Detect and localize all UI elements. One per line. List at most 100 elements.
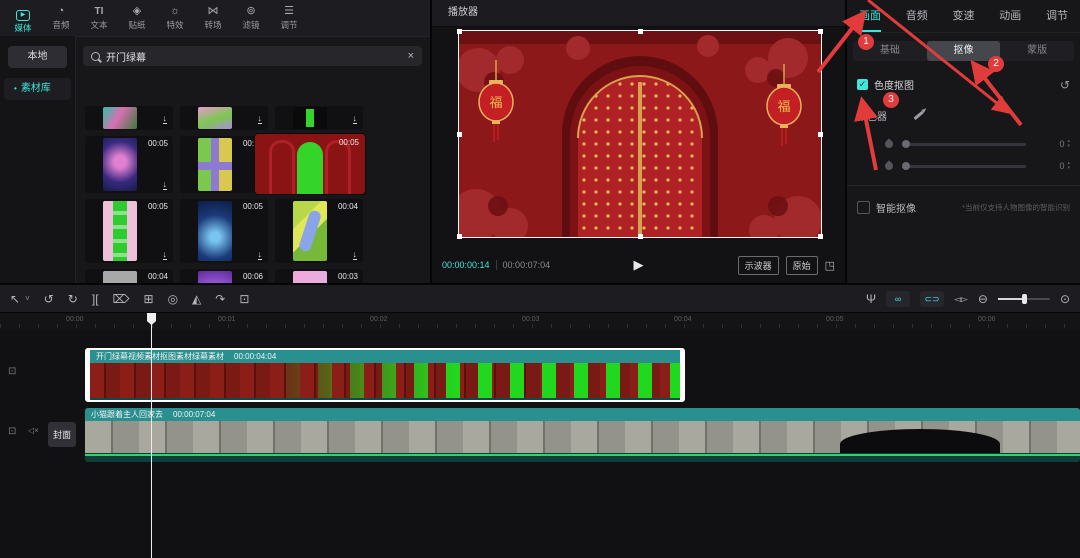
intensity-stepper[interactable]: 0 ▴ ▾ — [1036, 139, 1070, 150]
tab-filters[interactable]: ⊚ 滤镜 — [232, 5, 270, 31]
tab-adjust-inspector[interactable]: 调节 — [1046, 0, 1068, 32]
shadow-slider[interactable] — [902, 161, 1026, 170]
tab-picture[interactable]: 画面 — [859, 0, 881, 32]
asset-thumbnail — [198, 107, 232, 129]
tab-speed[interactable]: 变速 — [953, 0, 975, 32]
clip-duration: 00:00:04:04 — [234, 352, 277, 361]
video-preview[interactable]: 福 福 — [450, 29, 823, 245]
subtab-basic[interactable]: 基础 — [853, 41, 927, 61]
time-divider — [495, 260, 497, 270]
sidebar-item-library[interactable]: • 素材库 — [4, 78, 71, 100]
divider — [847, 185, 1080, 186]
select-tool-icon[interactable]: ↖ — [10, 285, 20, 313]
undo-icon[interactable]: ↺ — [44, 285, 54, 313]
download-icon[interactable]: ↓ — [162, 180, 167, 190]
redo-icon[interactable]: ↻ — [68, 285, 78, 313]
chroma-key-checkbox[interactable]: ✓ — [857, 79, 868, 90]
timeline-clip-green-screen[interactable]: 开门绿幕视频素材抠图素材绿幕素材 00:00:04:04 — [85, 348, 685, 402]
timeline-clip-main-video[interactable]: 小猫跟着主人回家去 00:00:07:04 — [85, 408, 1080, 462]
auto-link-toggle[interactable]: ⊂⊃ — [920, 290, 945, 307]
media-library-panel: ▶ 媒体 ◔ 音频 TI 文本 ◈ 贴纸 ☼ 特效 ⋈ 转场 ⊚ 滤镜 ☰ 调节… — [0, 0, 430, 283]
asset-item[interactable]: ↓ — [275, 106, 363, 130]
stepper-down-icon[interactable]: ▾ — [1067, 144, 1070, 149]
subtab-mask[interactable]: 蒙版 — [1000, 41, 1074, 61]
reverse-icon[interactable]: ◎ — [168, 285, 178, 313]
original-button[interactable]: 原始 — [785, 255, 818, 275]
zoom-out-icon[interactable]: ⊖ — [978, 285, 988, 313]
asset-browser: 开门绿幕 × ↓ ↓ ↓ 00:05 ↓ 00:04 00:05 00:05 ↓… — [75, 36, 430, 283]
tab-text[interactable]: TI 文本 — [80, 5, 118, 31]
mute-icon[interactable]: ◁× — [28, 426, 39, 435]
track1-toggle-icon[interactable]: ⊡ — [8, 366, 16, 377]
timeline-ruler[interactable]: 00:00 00:01 00:02 00:03 00:04 00:05 00:0… — [0, 313, 1080, 330]
download-icon[interactable]: ↓ — [257, 114, 262, 124]
stepper-down-icon[interactable]: ▾ — [1067, 166, 1070, 171]
download-icon[interactable]: ↓ — [352, 250, 357, 260]
shadow-droplet-icon — [883, 160, 895, 172]
tab-sticker[interactable]: ◈ 贴纸 — [118, 5, 156, 31]
magnetic-snap-toggle[interactable]: ∞ — [886, 290, 911, 307]
tab-adjust[interactable]: ☰ 调节 — [270, 5, 308, 31]
playhead-line[interactable] — [151, 313, 152, 558]
tab-effects[interactable]: ☼ 特效 — [156, 5, 194, 31]
tab-transitions[interactable]: ⋈ 转场 — [194, 5, 232, 31]
door-scene-art: 福 福 — [450, 30, 822, 245]
download-icon[interactable]: ↓ — [352, 114, 357, 124]
sidebar-item-local[interactable]: 本地 — [8, 46, 67, 68]
asset-duration: 00:03 — [337, 272, 358, 281]
crop-icon[interactable]: ⊡ — [239, 285, 249, 313]
asset-item[interactable]: ↓ — [180, 106, 268, 130]
intensity-slider-row: 0 ▴ ▾ — [847, 138, 1080, 150]
asset-item[interactable]: ⋈ 00:03 ↓ — [275, 269, 363, 283]
tab-adjust-label: 调节 — [280, 20, 298, 30]
scope-button[interactable]: 示波器 — [737, 255, 779, 275]
record-voiceover-icon[interactable]: Ψ — [866, 285, 876, 313]
download-icon[interactable]: ↓ — [162, 114, 167, 124]
tab-audio-inspector[interactable]: 音频 — [906, 0, 928, 32]
clip-audio-waveform — [85, 453, 1080, 462]
track2-toggle-icon[interactable]: ⊡ — [8, 426, 16, 437]
asset-item-green-door-selected[interactable]: 00:05 — [255, 134, 365, 194]
asset-duration: 00:05 — [147, 202, 168, 211]
asset-item[interactable]: 00:04 ↓ — [85, 269, 173, 283]
eyedropper-icon[interactable] — [913, 111, 924, 120]
asset-duration: 00:04 — [147, 272, 168, 281]
download-icon[interactable]: ↓ — [257, 250, 262, 260]
asset-item[interactable]: ↓ — [85, 106, 173, 130]
select-tool-caret-icon[interactable]: ˅ — [25, 285, 30, 313]
play-button[interactable]: ▶ — [634, 257, 644, 273]
tab-media[interactable]: ▶ 媒体 — [4, 3, 42, 34]
timeline-zoom-slider[interactable] — [997, 293, 1050, 304]
top-nav: ▶ 媒体 ◔ 音频 TI 文本 ◈ 贴纸 ☼ 特效 ⋈ 转场 ⊚ 滤镜 ☰ 调节 — [0, 0, 430, 37]
total-duration: 00:00:07:04 — [502, 260, 551, 270]
asset-thumbnail — [198, 201, 232, 261]
search-input[interactable]: 开门绿幕 × — [83, 46, 422, 66]
shadow-stepper[interactable]: 0 ▴ ▾ — [1036, 161, 1070, 172]
fullscreen-icon[interactable]: ◳ — [825, 259, 835, 272]
search-icon — [91, 51, 100, 61]
subtab-keying[interactable]: 抠像 — [926, 41, 1001, 61]
zoom-fit-icon[interactable]: ⊙ — [1060, 285, 1070, 313]
asset-item[interactable]: 00:05 ↓ — [85, 136, 173, 193]
svg-text:福: 福 — [489, 95, 502, 110]
tab-animation[interactable]: 动画 — [999, 0, 1021, 32]
asset-item[interactable]: 00:06 ↓ — [180, 269, 268, 283]
asset-item[interactable]: 00:05 ↓ — [180, 199, 268, 263]
sidebar-item-library-label: 素材库 — [20, 83, 51, 94]
preview-axis-icon[interactable]: ◅▻ — [954, 285, 968, 313]
player-panel: 播放器 福 福 00:00:00:14 00:00:07:04 ▶ 示波器 原始… — [432, 0, 845, 283]
delete-icon[interactable]: ⌦ — [113, 285, 130, 313]
asset-item[interactable]: 00:05 ↓ — [85, 199, 173, 263]
mirror-icon[interactable]: ◭ — [192, 285, 201, 313]
freeze-frame-icon[interactable]: ⊞ — [144, 285, 154, 313]
smart-key-checkbox[interactable] — [857, 201, 870, 214]
tab-audio[interactable]: ◔ 音频 — [42, 5, 80, 31]
split-icon[interactable]: ][ — [92, 285, 99, 313]
clear-search-icon[interactable]: × — [408, 50, 414, 62]
download-icon[interactable]: ↓ — [162, 250, 167, 260]
asset-item[interactable]: 00:04 ↓ — [275, 199, 363, 263]
reset-icon[interactable]: ↺ — [1060, 78, 1070, 92]
intensity-slider[interactable] — [902, 139, 1026, 148]
rotate-icon[interactable]: ↷ — [215, 285, 225, 313]
cover-button[interactable]: 封面 — [48, 422, 77, 447]
